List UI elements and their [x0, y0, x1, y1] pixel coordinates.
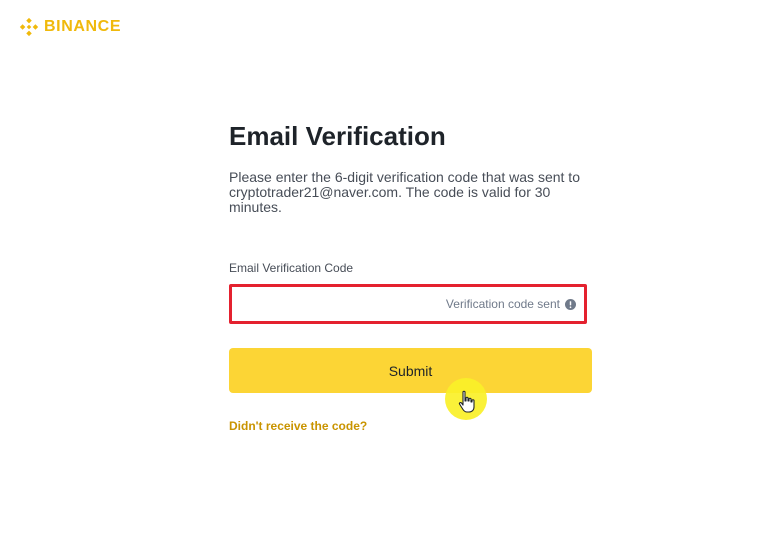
code-field-label: Email Verification Code: [229, 261, 354, 275]
submit-button[interactable]: Submit: [229, 348, 592, 393]
instructions-text: Please enter the 6-digit verification co…: [229, 169, 580, 215]
resend-code-link[interactable]: Didn't receive the code?: [229, 419, 367, 433]
brand-name: BINANCE: [44, 18, 122, 35]
page-title: Email Verification: [229, 121, 446, 151]
hand-pointer-icon: [458, 390, 475, 413]
binance-logo[interactable]: BINANCE: [18, 16, 121, 38]
binance-logo-icon: [19, 17, 39, 37]
code-sent-status: Verification code sent: [445, 297, 560, 311]
verification-page: BINANCE Email Verification Please enter …: [0, 0, 773, 546]
verification-code-input[interactable]: [242, 288, 446, 320]
info-icon[interactable]: [565, 298, 576, 310]
email-verification-form: Email Verification Please enter the 6-di…: [229, 118, 593, 435]
verification-code-field[interactable]: Verification code sent: [229, 284, 587, 324]
